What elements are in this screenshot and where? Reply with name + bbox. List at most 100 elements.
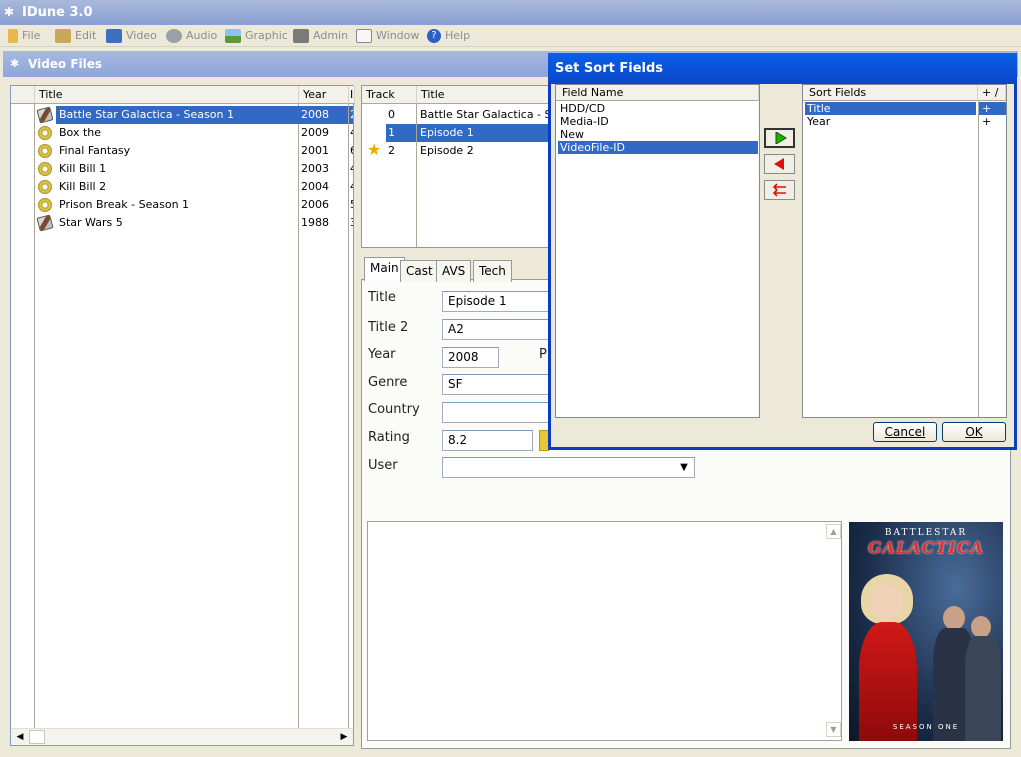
video-file-year: 1988: [301, 216, 329, 229]
scroll-up-arrow-icon[interactable]: ▲: [826, 524, 841, 539]
poster-line2: GALACTICA: [867, 538, 984, 557]
sort-direction[interactable]: +: [979, 102, 1006, 115]
red-double-arrow-left-icon: [772, 183, 786, 197]
video-file-title: Final Fantasy: [59, 144, 131, 157]
video-file-row[interactable]: Prison Break - Season 1 2006 5: [11, 196, 353, 214]
genre-input[interactable]: SF: [442, 374, 552, 395]
poster-figure-face: [871, 584, 903, 620]
dvd-disc-icon: [38, 180, 52, 194]
chevron-down-icon[interactable]: ▼: [675, 459, 693, 476]
video-file-row[interactable]: Kill Bill 1 2003 4: [11, 160, 353, 178]
tab-tech[interactable]: Tech: [473, 260, 512, 282]
title-label: Title: [368, 290, 396, 305]
menu-admin[interactable]: Admin: [293, 25, 348, 47]
tab-cast[interactable]: Cast: [400, 260, 439, 282]
sort-field-item[interactable]: Year: [807, 115, 978, 128]
remove-all-fields-button[interactable]: [764, 180, 795, 200]
video-file-extra: 2: [349, 106, 353, 124]
video-file-title: Star Wars 5: [59, 216, 123, 229]
rating-input[interactable]: 8.2: [442, 430, 533, 451]
sort-fields-header: Sort Fields: [803, 85, 978, 101]
video-file-year: 2006: [301, 198, 329, 211]
cancel-button[interactable]: Cancel: [873, 422, 937, 442]
year-input[interactable]: 2008: [442, 347, 499, 368]
menu-window[interactable]: Window: [356, 25, 419, 47]
track-title: Battle Star Galactica - Seas: [420, 108, 554, 121]
p-label: P: [539, 347, 547, 362]
video-file-extra: 4: [349, 124, 353, 142]
tab-main[interactable]: Main: [364, 257, 405, 281]
country-label: Country: [368, 402, 420, 417]
video-files-list[interactable]: Title Year I Battle Star Galactica - Sea…: [10, 85, 355, 746]
ok-button[interactable]: OK: [942, 422, 1006, 442]
track-row[interactable]: ★ 2 Episode 2: [362, 140, 554, 160]
video-file-row[interactable]: Battle Star Galactica - Season 120082: [11, 106, 353, 124]
track-title: Episode 2: [420, 144, 474, 157]
track-number: 1: [386, 124, 416, 142]
menu-audio[interactable]: Audio: [166, 25, 217, 47]
field-item[interactable]: HDD/CD: [560, 102, 755, 115]
scroll-right-arrow-icon[interactable]: ▶: [337, 730, 351, 744]
field-item[interactable]: New: [560, 128, 755, 141]
remove-field-button[interactable]: [764, 154, 795, 174]
scroll-down-arrow-icon[interactable]: ▼: [826, 722, 841, 737]
film-reel-icon: [36, 214, 54, 232]
poster-figure2-face: [943, 606, 965, 630]
menu-graphic[interactable]: Graphic: [225, 25, 288, 47]
admin-icon: [293, 29, 309, 43]
video-file-extra: 3: [349, 214, 353, 232]
field-item[interactable]: Media-ID: [560, 115, 755, 128]
title2-input[interactable]: A2: [442, 319, 552, 340]
country-input[interactable]: [442, 402, 552, 423]
video-file-row[interactable]: Kill Bill 2 2004 4: [11, 178, 353, 196]
menu-bar: File Edit Video Audio Graphic Admin Wind…: [0, 25, 1021, 47]
field-name-list[interactable]: Field Name HDD/CD Media-ID New VideoFile…: [555, 84, 760, 418]
sort-direction-header: + / -: [978, 85, 1006, 115]
menu-edit[interactable]: Edit: [55, 25, 96, 47]
horizontal-scrollbar[interactable]: ◀ ▶: [11, 728, 353, 745]
column-header-track[interactable]: Track: [362, 86, 417, 104]
notes-textarea[interactable]: ▲ ▼: [367, 521, 842, 741]
menu-file[interactable]: File: [8, 25, 40, 47]
sort-fields-list[interactable]: Sort Fields + / - Title + Year +: [802, 84, 1007, 418]
column-header-track-title[interactable]: Title: [417, 86, 554, 104]
add-field-button[interactable]: [764, 128, 795, 148]
user-select[interactable]: [442, 457, 695, 478]
graphic-icon: [225, 29, 241, 43]
track-number: 0: [388, 108, 395, 121]
menu-help[interactable]: ? Help: [427, 25, 470, 47]
app-logo-icon: ✱: [4, 5, 15, 19]
genre-label: Genre: [368, 375, 408, 390]
title2-label: Title 2: [368, 320, 409, 335]
video-file-extra: 4: [349, 160, 353, 178]
title-input[interactable]: Episode 1: [442, 291, 552, 312]
track-title: Episode 1: [417, 124, 554, 142]
video-file-year: 2009: [301, 126, 329, 139]
audio-icon: [166, 29, 182, 43]
sort-field-item[interactable]: Title: [805, 102, 976, 115]
field-item[interactable]: VideoFile-ID: [558, 141, 758, 154]
scroll-thumb[interactable]: [29, 730, 45, 744]
user-label: User: [368, 458, 398, 473]
tracks-list[interactable]: Track Title 0 Battle Star Galactica - Se…: [361, 85, 555, 248]
menu-video[interactable]: Video: [106, 25, 157, 47]
folder-icon: [8, 29, 18, 43]
video-file-year: 2008: [299, 106, 348, 124]
help-icon: ?: [427, 29, 441, 43]
track-row[interactable]: 0 Battle Star Galactica - Seas: [362, 106, 554, 124]
scroll-left-arrow-icon[interactable]: ◀: [13, 730, 27, 744]
video-icon: [106, 29, 122, 43]
sort-direction[interactable]: +: [982, 115, 1006, 128]
video-file-title: Kill Bill 1: [59, 162, 107, 175]
column-header-title[interactable]: Title: [35, 86, 299, 104]
poster-line3: SEASON ONE: [892, 723, 960, 731]
video-file-row[interactable]: Star Wars 5 1988 3: [11, 214, 353, 232]
column-divider: [978, 101, 979, 417]
track-row[interactable]: 1 Episode 1: [362, 124, 554, 142]
column-header-extra[interactable]: I: [349, 86, 355, 104]
column-header-year[interactable]: Year: [299, 86, 349, 104]
tab-avs[interactable]: AVS: [436, 260, 472, 282]
star-icon: ★: [367, 140, 382, 159]
video-file-row[interactable]: Final Fantasy 2001 6: [11, 142, 353, 160]
video-file-row[interactable]: Box the 2009 4: [11, 124, 353, 142]
